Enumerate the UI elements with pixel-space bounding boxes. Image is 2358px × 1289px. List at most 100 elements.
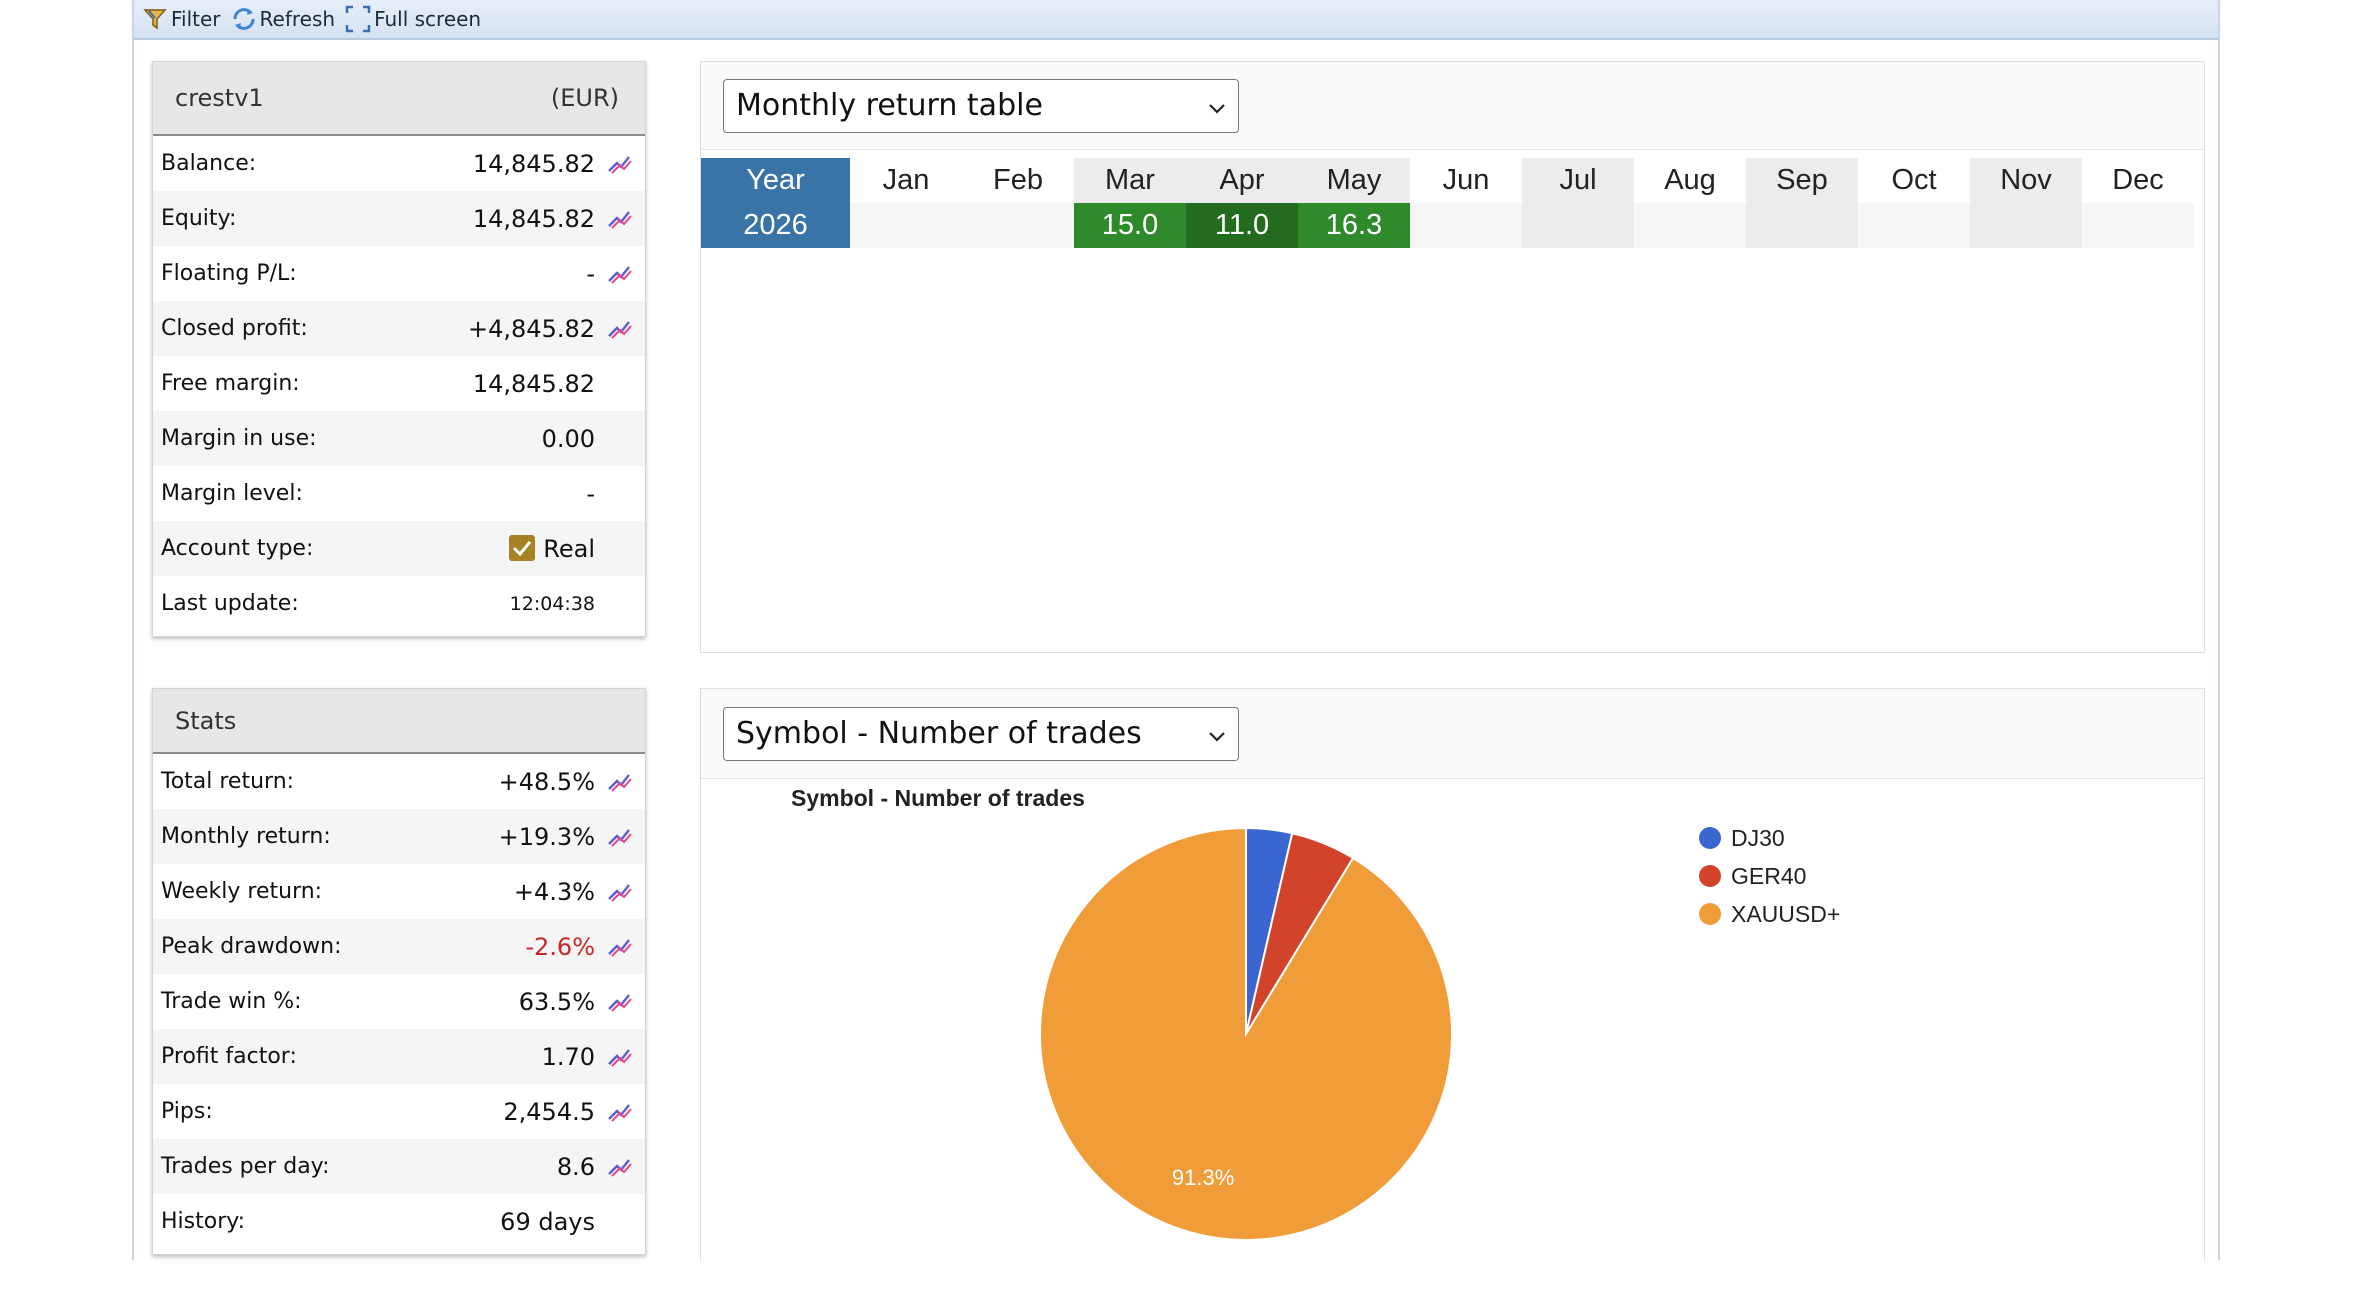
pie-chart: 91.3% xyxy=(1039,826,1453,1241)
monthly-return-label: Monthly return: xyxy=(161,824,331,849)
filter-label: Filter xyxy=(171,7,221,31)
filter-icon xyxy=(142,6,168,32)
balance-label: Balance: xyxy=(161,151,257,176)
legend-item-dj30[interactable]: DJ30 xyxy=(1699,819,1840,857)
monthly-return-table: Year Jan Feb Mar Apr May Jun Jul Aug Sep… xyxy=(701,158,2194,248)
cell-feb xyxy=(962,203,1074,248)
chart-line-icon[interactable] xyxy=(595,936,645,958)
chart-line-icon[interactable] xyxy=(595,826,645,848)
header-cell-sep: Sep xyxy=(1746,158,1858,203)
cell-may[interactable]: 16.3 xyxy=(1298,203,1410,248)
chart-line-icon[interactable] xyxy=(595,318,645,340)
header-cell-jun: Jun xyxy=(1442,164,1490,196)
free-margin-row: Free margin: 14,845.82 xyxy=(153,356,645,411)
cell-oct xyxy=(1858,203,1970,248)
fullscreen-label: Full screen xyxy=(374,7,482,31)
filter-button[interactable]: Filter xyxy=(142,6,221,32)
profit-factor-value: 1.70 xyxy=(541,1042,595,1071)
cell-jan xyxy=(850,203,962,248)
stats-header: Stats xyxy=(153,689,645,754)
monthly-return-header: Monthly return table xyxy=(701,62,2204,150)
legend-label: GER40 xyxy=(1731,862,1807,889)
trade-win-row: Trade win %: 63.5% xyxy=(153,974,645,1029)
chart-line-icon[interactable] xyxy=(595,208,645,230)
history-label: History: xyxy=(161,1209,246,1234)
trade-win-value: 63.5% xyxy=(518,987,595,1016)
pips-value: 2,454.5 xyxy=(503,1097,595,1126)
header-cell-oct: Oct xyxy=(1891,164,1937,196)
equity-row: Equity: 14,845.82 xyxy=(153,191,645,246)
margin-in-use-label: Margin in use: xyxy=(161,426,317,451)
weekly-return-row: Weekly return: +4.3% xyxy=(153,864,645,919)
chart-line-icon[interactable] xyxy=(595,1156,645,1178)
peak-drawdown-value: -2.6% xyxy=(525,932,595,961)
symbol-chart-panel: Symbol - Number of trades Symbol - Numbe… xyxy=(700,688,2205,1261)
stats-panel: Stats Total return: +48.5% Monthly retur… xyxy=(152,688,646,1255)
account-rows: Balance: 14,845.82 Equity: 14,845.82 Flo… xyxy=(153,136,645,631)
balance-value: 14,845.82 xyxy=(472,149,595,178)
trades-per-day-label: Trades per day: xyxy=(161,1154,330,1179)
account-type-label: Account type: xyxy=(161,536,314,561)
floating-pl-row: Floating P/L: - xyxy=(153,246,645,301)
cell-aug xyxy=(1634,203,1746,248)
trade-win-label: Trade win %: xyxy=(161,989,302,1014)
fullscreen-button[interactable]: Full screen xyxy=(345,5,482,33)
chart-line-icon[interactable] xyxy=(595,771,645,793)
chart-title: Symbol - Number of trades xyxy=(791,785,1085,811)
account-panel: crestv1 (EUR) Balance: 14,845.82 Equity:… xyxy=(152,61,646,637)
header-cell-mar: Mar xyxy=(1074,158,1186,203)
legend-swatch xyxy=(1699,903,1721,925)
margin-level-value: - xyxy=(586,479,595,508)
total-return-label: Total return: xyxy=(161,769,295,794)
last-update-label: Last update: xyxy=(161,591,299,616)
stats-title: Stats xyxy=(175,706,237,735)
toolbar: Filter Refresh Full screen xyxy=(134,0,2218,40)
account-type-row: Account type: Real xyxy=(153,521,645,576)
table-row: 2026 15.0 11.0 16.3 xyxy=(701,203,2194,248)
chart-line-icon[interactable] xyxy=(595,1046,645,1068)
refresh-button[interactable]: Refresh xyxy=(231,6,336,32)
legend-item-ger40[interactable]: GER40 xyxy=(1699,857,1840,895)
view-select[interactable]: Monthly return table xyxy=(723,78,1239,133)
peak-drawdown-label: Peak drawdown: xyxy=(161,934,342,959)
pips-label: Pips: xyxy=(161,1099,213,1124)
header-cell-jul: Jul xyxy=(1522,158,1634,203)
cell-apr[interactable]: 11.0 xyxy=(1186,203,1298,248)
account-currency: (EUR) xyxy=(550,84,619,112)
pie-slice-xauusd[interactable] xyxy=(1039,826,1453,1241)
chart-line-icon[interactable] xyxy=(595,991,645,1013)
closed-profit-row: Closed profit: +4,845.82 xyxy=(153,301,645,356)
refresh-label: Refresh xyxy=(259,7,336,31)
cell-jul xyxy=(1522,203,1634,248)
closed-profit-value: +4,845.82 xyxy=(468,314,595,343)
account-type-value: Real xyxy=(375,534,595,563)
chart-select[interactable]: Symbol - Number of trades xyxy=(723,706,1239,761)
chart-select-value: Symbol - Number of trades xyxy=(736,716,1142,751)
account-name: crestv1 xyxy=(175,84,264,112)
cell-mar[interactable]: 15.0 xyxy=(1074,203,1186,248)
history-row: History: 69 days xyxy=(153,1194,645,1249)
legend-swatch xyxy=(1699,827,1721,849)
stats-rows: Total return: +48.5% Monthly return: +19… xyxy=(153,754,645,1249)
chart-line-icon[interactable] xyxy=(595,263,645,285)
chart-line-icon[interactable] xyxy=(595,153,645,175)
free-margin-label: Free margin: xyxy=(161,371,300,396)
pips-row: Pips: 2,454.5 xyxy=(153,1084,645,1139)
header-cell-apr: Apr xyxy=(1186,158,1298,203)
header-cell-year: Year xyxy=(701,158,850,203)
header-cell-nov: Nov xyxy=(1970,158,2082,203)
closed-profit-label: Closed profit: xyxy=(161,316,308,341)
cell-sep xyxy=(1746,203,1858,248)
chart-line-icon[interactable] xyxy=(595,1101,645,1123)
pie-data-label: 91.3% xyxy=(1172,1165,1234,1190)
view-select-value: Monthly return table xyxy=(736,88,1043,123)
cell-jun xyxy=(1410,203,1522,248)
symbol-chart-header: Symbol - Number of trades xyxy=(701,689,2204,779)
total-return-row: Total return: +48.5% xyxy=(153,754,645,809)
chart-line-icon[interactable] xyxy=(595,881,645,903)
legend-item-xauusd[interactable]: XAUUSD+ xyxy=(1699,895,1840,933)
last-update-value: 12:04:38 xyxy=(509,592,595,615)
floating-pl-value: - xyxy=(586,259,595,288)
margin-level-row: Margin level: - xyxy=(153,466,645,521)
cell-year: 2026 xyxy=(701,203,850,248)
